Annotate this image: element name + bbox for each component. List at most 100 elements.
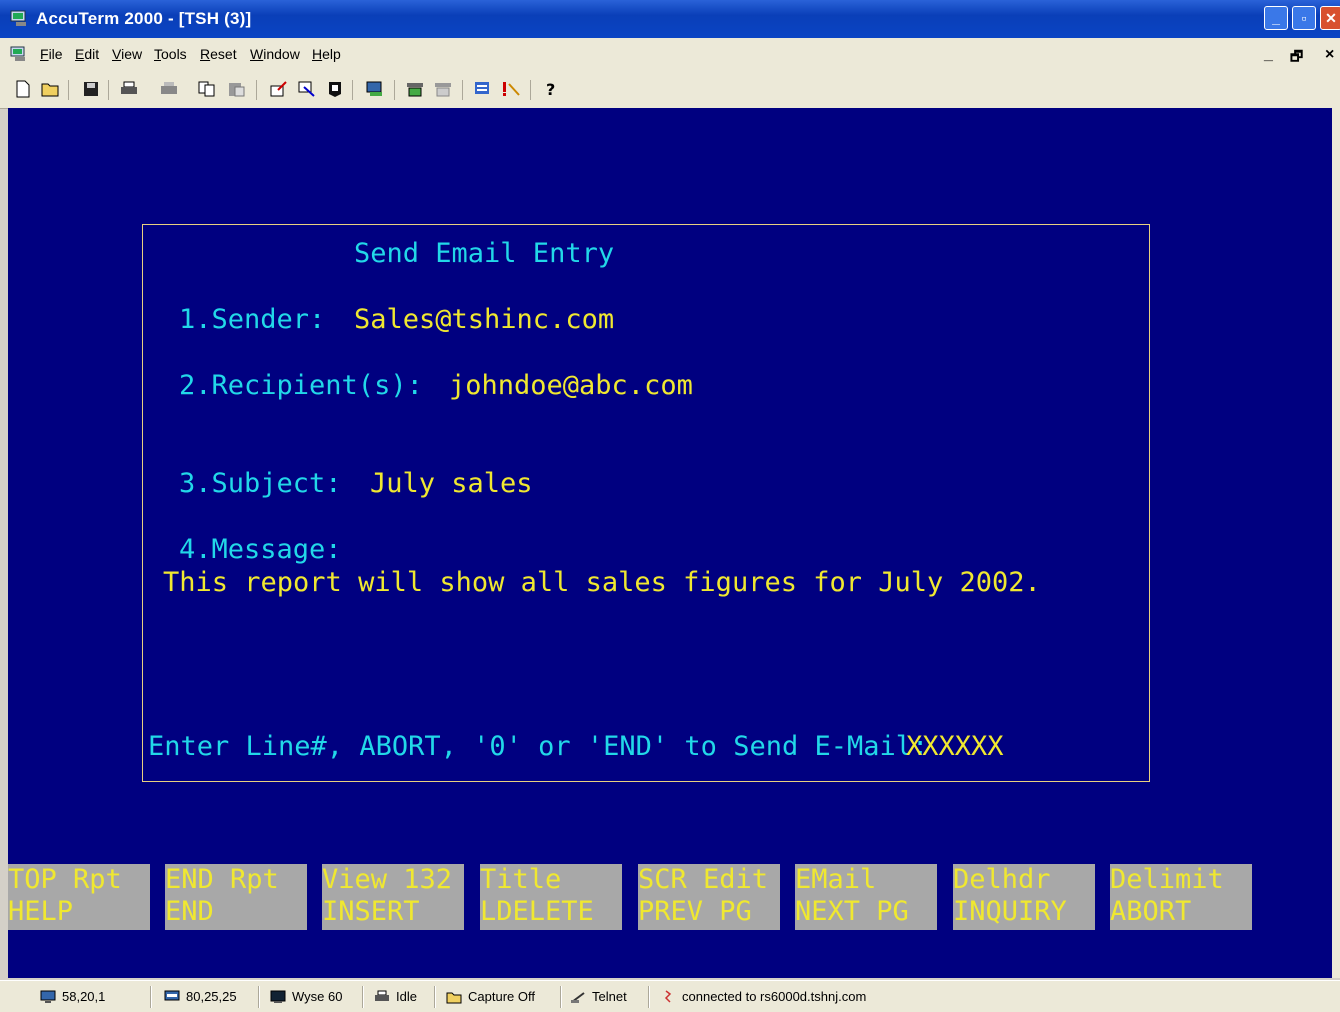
- message-icon[interactable]: [472, 78, 494, 100]
- menu-edit[interactable]: Edit: [75, 46, 99, 62]
- mdi-restore-button[interactable]: 🗗: [1290, 46, 1303, 70]
- toolbar-separator: [256, 80, 257, 100]
- menu-tools[interactable]: Tools: [154, 46, 187, 62]
- status-separator: [648, 986, 650, 1008]
- status-cursor: 58,20,1: [40, 989, 105, 1004]
- open-icon[interactable]: [40, 78, 62, 100]
- fkey-1-label-bottom: HELP: [8, 896, 74, 927]
- menu-window[interactable]: Window: [250, 46, 300, 62]
- minimize-button[interactable]: _: [1264, 6, 1288, 30]
- screen-heading: Send Email Entry: [354, 238, 615, 269]
- fkey-8-label-top: Delimit: [1110, 864, 1224, 895]
- document-icon[interactable]: [10, 46, 28, 62]
- fkey-6-label-top: EMail: [795, 864, 877, 895]
- fkey-7[interactable]: Delhdr INQUIRY: [953, 864, 1095, 930]
- command-prompt: Enter Line#, ABORT, '0' or 'END' to Send…: [148, 731, 929, 762]
- connection-icon: [664, 989, 672, 1003]
- fkey-5[interactable]: SCR Edit PREV PG: [638, 864, 780, 930]
- command-input[interactable]: XXXXXX: [906, 731, 1004, 763]
- macro-icon[interactable]: [432, 78, 454, 100]
- menu-view[interactable]: View: [112, 46, 142, 62]
- fkey-4-label-bottom: LDELETE: [480, 896, 594, 927]
- status-connection: connected to rs6000d.tshnj.com: [660, 989, 866, 1004]
- svg-text:?: ?: [546, 80, 555, 98]
- help-icon[interactable]: ?: [540, 78, 562, 100]
- toolbar-separator: [68, 80, 69, 100]
- menu-help[interactable]: Help: [312, 46, 341, 62]
- sender-label: 1.Sender:: [179, 304, 326, 335]
- subject-label: 3.Subject:: [179, 468, 342, 499]
- status-size: 80,25,25: [164, 989, 237, 1004]
- maximize-button[interactable]: ▫: [1292, 6, 1316, 30]
- toolbar-separator: [108, 80, 109, 100]
- download-icon[interactable]: [296, 78, 318, 100]
- toolbar: ?: [0, 70, 1340, 109]
- fkey-2-label-top: END Rpt: [165, 864, 279, 895]
- message-label: 4.Message:: [179, 534, 342, 565]
- print-setup-icon[interactable]: [158, 78, 180, 100]
- telnet-icon: [571, 991, 585, 1003]
- alert-icon[interactable]: [500, 78, 522, 100]
- copy-icon[interactable]: [196, 78, 218, 100]
- screen-size-icon: [164, 990, 180, 1000]
- protocol: Telnet: [592, 989, 627, 1004]
- recipient-label: 2.Recipient(s):: [179, 370, 423, 401]
- toolbar-separator: [530, 80, 531, 100]
- cursor-position: 58,20,1: [62, 989, 106, 1004]
- message-value: This report will show all sales figures …: [163, 567, 1041, 598]
- fkey-8[interactable]: Delimit ABORT: [1110, 864, 1252, 930]
- fkey-8-label-bottom: ABORT: [1110, 896, 1192, 927]
- capture-icon[interactable]: [324, 78, 346, 100]
- close-button[interactable]: ✕: [1320, 6, 1340, 30]
- fkey-2-label-bottom: END: [165, 896, 214, 927]
- paste-icon[interactable]: [226, 78, 248, 100]
- monitor-icon: [40, 990, 56, 1003]
- toolbar-separator: [462, 80, 463, 100]
- fkey-5-label-top: SCR Edit: [638, 864, 769, 895]
- terminal-screen[interactable]: Send Email Entry 1.Sender: Sales@tshinc.…: [8, 108, 1332, 978]
- save-icon[interactable]: [80, 78, 102, 100]
- screen-size: 80,25,25: [186, 989, 237, 1004]
- fkey-1-label-top: TOP Rpt: [8, 864, 122, 895]
- print-icon[interactable]: [118, 78, 140, 100]
- sender-value: Sales@tshinc.com: [354, 304, 615, 335]
- status-separator: [150, 986, 152, 1008]
- menu-reset[interactable]: Reset: [200, 46, 237, 62]
- fkey-4-label-top: Title: [480, 864, 562, 895]
- vertical-scrollbar[interactable]: [1332, 108, 1340, 978]
- new-icon[interactable]: [12, 78, 34, 100]
- menu-bar: File Edit View Tools Reset Window Help _…: [0, 38, 1340, 70]
- keyboard-icon[interactable]: [404, 78, 426, 100]
- status-bar: 58,20,1 80,25,25 Wyse 60 Idle Capture Of…: [0, 980, 1340, 1012]
- fkey-3-label-bottom: INSERT: [322, 896, 420, 927]
- upload-icon[interactable]: [268, 78, 290, 100]
- mdi-close-button[interactable]: ×: [1325, 46, 1334, 64]
- capture-status-icon: [446, 992, 462, 1003]
- print-status: Idle: [396, 989, 417, 1004]
- fkey-6[interactable]: EMail NEXT PG: [795, 864, 937, 930]
- status-protocol[interactable]: Telnet: [570, 989, 627, 1004]
- fkey-7-label-bottom: INQUIRY: [953, 896, 1067, 927]
- terminal-icon: [270, 990, 286, 1003]
- properties-icon[interactable]: [364, 78, 386, 100]
- status-capture[interactable]: Capture Off: [446, 989, 535, 1004]
- connection-status: connected to rs6000d.tshnj.com: [682, 989, 867, 1004]
- fkey-4[interactable]: Title LDELETE: [480, 864, 622, 930]
- capture-status: Capture Off: [468, 989, 535, 1004]
- fkey-6-label-bottom: NEXT PG: [795, 896, 909, 927]
- toolbar-separator: [394, 80, 395, 100]
- status-separator: [362, 986, 364, 1008]
- fkey-1[interactable]: TOP Rpt HELP: [8, 864, 150, 930]
- title-bar: AccuTerm 2000 - [TSH (3)] _ ▫ ✕: [0, 0, 1340, 38]
- fkey-3[interactable]: View 132 INSERT: [322, 864, 464, 930]
- menu-file[interactable]: File: [40, 46, 63, 62]
- accuterm-app-icon[interactable]: [10, 9, 30, 27]
- window-title: AccuTerm 2000 - [TSH (3)]: [36, 9, 252, 28]
- status-emulation[interactable]: Wyse 60: [270, 989, 342, 1004]
- status-print[interactable]: Idle: [374, 989, 417, 1004]
- status-separator: [560, 986, 562, 1008]
- recipient-value: johndoe@abc.com: [449, 370, 693, 401]
- status-separator: [434, 986, 436, 1008]
- fkey-2[interactable]: END Rpt END: [165, 864, 307, 930]
- mdi-minimize-button[interactable]: _: [1264, 46, 1273, 64]
